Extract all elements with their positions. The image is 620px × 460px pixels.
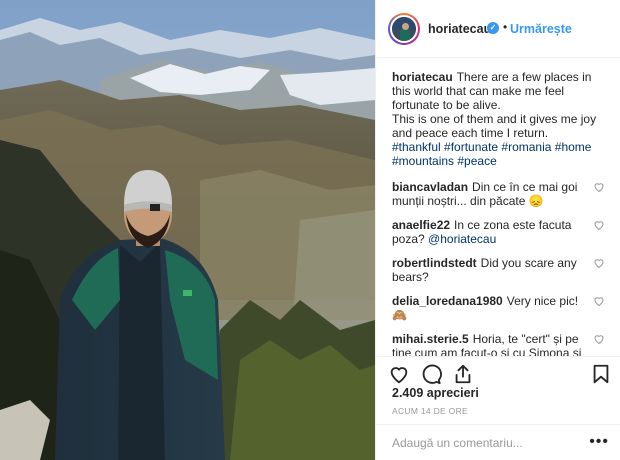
follow-button[interactable]: Urmărește: [510, 22, 572, 36]
header-username[interactable]: horiatecau: [428, 22, 491, 36]
mountain-landscape-image: [0, 0, 375, 460]
heart-icon[interactable]: [593, 181, 605, 193]
comment-item: robertlindstedt Did you scare any bears?: [392, 256, 605, 284]
heart-icon[interactable]: [593, 219, 605, 231]
avatar[interactable]: [388, 13, 420, 45]
comment-username[interactable]: biancavladan: [392, 180, 468, 194]
post-timestamp[interactable]: ACUM 14 DE ORE: [392, 406, 468, 416]
caption-hashtags[interactable]: #thankful #fortunate #romania #home #mou…: [392, 140, 605, 168]
comment-mention[interactable]: @horiatecau: [428, 232, 496, 246]
comment-item: delia_loredana1980 Very nice pic! 🙈: [392, 294, 605, 322]
add-comment-bar: •••: [376, 424, 620, 460]
more-options-button[interactable]: •••: [589, 434, 609, 450]
caption-text-2: This is one of them and it gives me joy …: [392, 112, 597, 140]
verified-badge-icon: ✓: [487, 22, 499, 34]
comment-input[interactable]: [392, 435, 572, 451]
comment-username[interactable]: robertlindstedt: [392, 256, 477, 270]
caption-username[interactable]: horiatecau: [392, 70, 453, 84]
post-photo[interactable]: [0, 0, 375, 460]
action-bar: [376, 356, 620, 385]
comment-item: mihai.sterie.5 Horia, te "cert" și pe tin…: [392, 332, 605, 356]
share-icon[interactable]: [452, 363, 474, 385]
heart-icon[interactable]: [593, 257, 605, 269]
comment-item: biancavladan Din ce în ce mai goi munții …: [392, 180, 605, 208]
post-header: horiatecau ✓ • Urmărește: [376, 0, 620, 58]
comment-username[interactable]: mihai.sterie.5: [392, 332, 469, 346]
heart-icon[interactable]: [593, 295, 605, 307]
dot-separator: •: [503, 20, 508, 34]
bookmark-icon[interactable]: [590, 363, 612, 385]
heart-icon[interactable]: [388, 363, 410, 385]
comment-username[interactable]: anaelfie22: [392, 218, 450, 232]
comments-list[interactable]: horiatecau There are a few places in this…: [376, 58, 620, 356]
post-sidebar: horiatecau ✓ • Urmărește horiatecau There…: [375, 0, 620, 460]
heart-icon[interactable]: [593, 333, 605, 345]
comment-item: anaelfie22 In ce zona este facuta poza? @…: [392, 218, 605, 246]
comment-username[interactable]: delia_loredana1980: [392, 294, 503, 308]
post-caption: horiatecau There are a few places in this…: [392, 70, 605, 168]
comment-icon[interactable]: [420, 363, 442, 385]
likes-count[interactable]: 2.409 aprecieri: [392, 386, 479, 400]
